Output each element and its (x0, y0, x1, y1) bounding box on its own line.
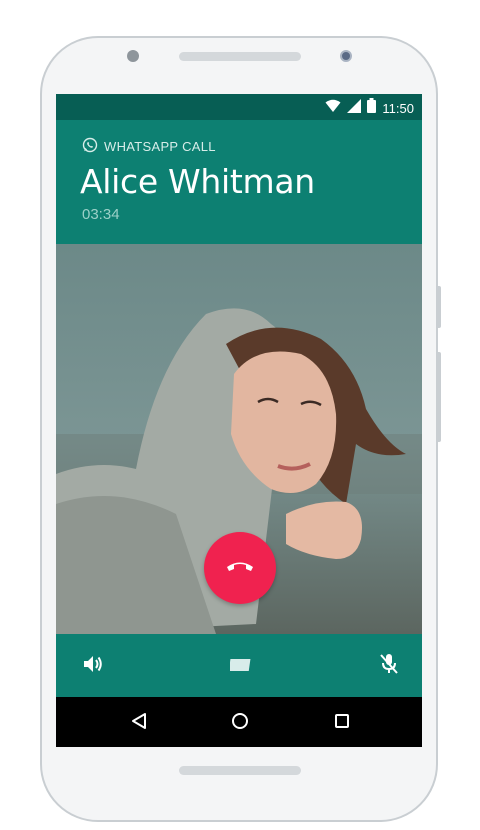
wifi-icon (325, 99, 341, 118)
video-icon (228, 655, 252, 678)
speaker-icon (82, 654, 104, 679)
call-duration: 03:34 (82, 206, 120, 223)
back-button[interactable] (128, 712, 150, 734)
call-header: WHATSAPP CALL Alice Whitman 03:34 (56, 120, 422, 244)
back-icon (130, 712, 148, 735)
recent-apps-icon (334, 713, 350, 734)
proximity-sensor (127, 50, 139, 62)
home-button[interactable] (229, 712, 251, 734)
speaker-button[interactable] (81, 654, 105, 678)
status-time: 11:50 (382, 100, 414, 116)
volume-button (436, 286, 441, 328)
end-call-button[interactable] (204, 532, 276, 604)
call-controls (56, 634, 422, 697)
navigation-bar (56, 697, 422, 747)
call-type-label: WHATSAPP CALL (82, 137, 216, 156)
earpiece-speaker (179, 52, 301, 61)
call-type-text: WHATSAPP CALL (104, 139, 216, 154)
video-button[interactable] (228, 654, 253, 678)
power-button (436, 352, 441, 442)
caller-name: Alice Whitman (80, 162, 315, 201)
signal-icon (347, 98, 362, 118)
whatsapp-icon (82, 137, 98, 156)
mic-off-icon (379, 653, 399, 680)
status-bar: 11:50 (56, 94, 422, 120)
recent-apps-button[interactable] (331, 712, 353, 734)
phone-screen: 11:50 WHATSAPP CALL Alice Whitman 03:34 (56, 94, 422, 747)
bottom-speaker (179, 766, 301, 775)
phone-hangup-icon (225, 558, 255, 579)
home-icon (231, 712, 249, 735)
front-camera (340, 50, 352, 62)
mute-button[interactable] (377, 653, 401, 680)
battery-icon (367, 98, 377, 118)
